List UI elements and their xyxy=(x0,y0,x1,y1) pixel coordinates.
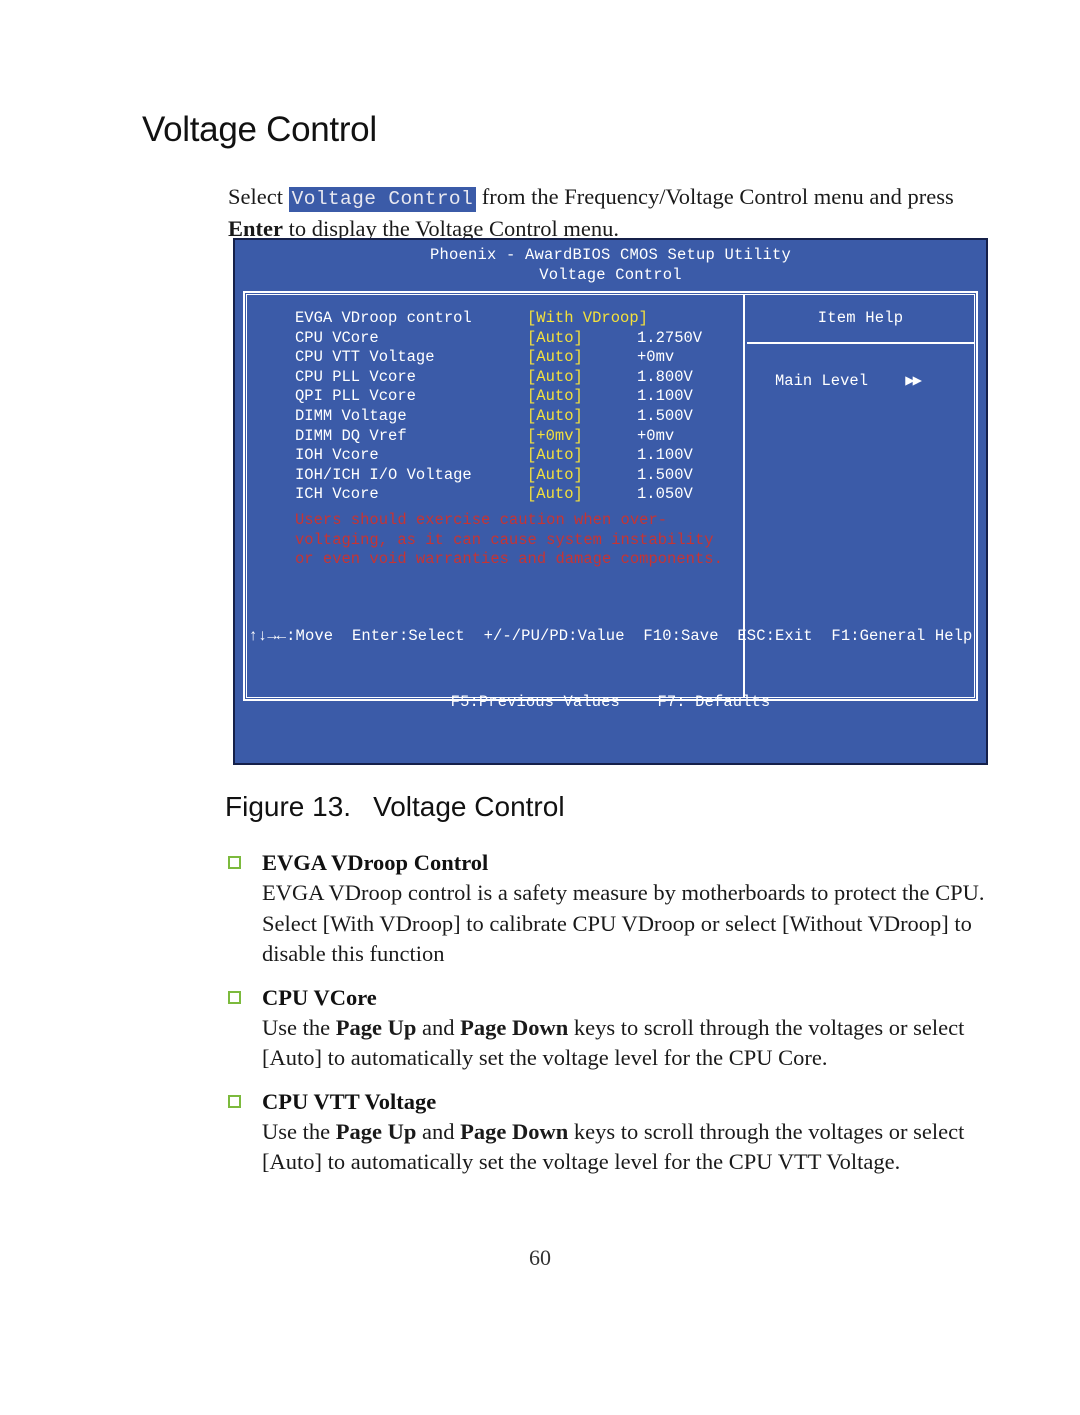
setting-value[interactable]: [Auto] xyxy=(527,348,637,368)
section-cpu-vcore: CPU VCore Use the Page Up and Page Down … xyxy=(228,983,990,1074)
settings-row[interactable]: ICH Vcore [Auto] 1.050V xyxy=(295,485,735,505)
item-help-level-label: Main Level xyxy=(775,372,869,390)
square-bullet-icon xyxy=(228,856,241,869)
section-body: Use the Page Up and Page Down keys to sc… xyxy=(228,1117,990,1178)
section-heading: CPU VTT Voltage xyxy=(228,1087,990,1117)
section-heading-text: CPU VTT Voltage xyxy=(262,1088,437,1114)
figure-caption: Figure 13. Voltage Control xyxy=(225,791,565,823)
bios-key-legend-line2: F5:Previous Values F7: Defaults xyxy=(450,693,771,711)
setting-value[interactable]: [Auto] xyxy=(527,407,637,427)
section-heading: EVGA VDroop Control xyxy=(228,848,990,878)
setting-label: CPU PLL Vcore xyxy=(295,367,416,386)
bios-warning-text: Users should exercise caution when over-… xyxy=(295,511,723,569)
setting-reading xyxy=(637,309,735,329)
settings-row[interactable]: CPU VTT Voltage [Auto] +0mv xyxy=(295,348,735,368)
settings-row[interactable]: DIMM Voltage [Auto] 1.500V xyxy=(295,407,735,427)
square-bullet-icon xyxy=(228,1094,241,1108)
setting-value[interactable]: [Auto] xyxy=(527,387,637,407)
setting-label: EVGA VDroop control xyxy=(295,309,472,327)
page-number: 60 xyxy=(529,1245,551,1270)
setting-reading: +0mv xyxy=(637,426,675,445)
settings-row[interactable]: DIMM DQ Vref [+0mv] +0mv xyxy=(295,427,735,447)
settings-row[interactable]: QPI PLL Vcore [Auto] 1.100V xyxy=(295,387,735,407)
setting-value[interactable]: [Auto] xyxy=(527,446,637,466)
bios-key-legend-line1: ↑↓→←:Move Enter:Select +/-/PU/PD:Value F… xyxy=(248,627,973,645)
setting-label: DIMM Voltage xyxy=(295,406,407,425)
page-title: Voltage Control xyxy=(142,110,377,149)
body-sections: EVGA VDroop Control EVGA VDroop control … xyxy=(228,848,990,1191)
bios-settings-list: EVGA VDroop control [With VDroop] CPU VC… xyxy=(295,309,735,505)
item-help-body: Main Level ▶▶ xyxy=(747,344,974,392)
bios-menu-title: Voltage Control xyxy=(539,265,682,284)
setting-value[interactable]: [Auto] xyxy=(527,329,637,349)
settings-row[interactable]: CPU PLL Vcore [Auto] 1.800V xyxy=(295,368,735,388)
bios-screenshot: Phoenix - AwardBIOS CMOS Setup Utility V… xyxy=(233,238,988,765)
section-cpu-vtt-voltage: CPU VTT Voltage Use the Page Up and Page… xyxy=(228,1087,990,1178)
settings-row[interactable]: EVGA VDroop control [With VDroop] xyxy=(295,309,735,329)
setting-label: IOH Vcore xyxy=(295,446,379,465)
setting-reading: 1.800V xyxy=(637,367,693,386)
bios-key-legend: ↑↓→←:Move Enter:Select +/-/PU/PD:Value F… xyxy=(235,581,986,757)
intro-text-before: Select xyxy=(228,184,289,209)
setting-reading: 1.500V xyxy=(637,406,693,425)
settings-row[interactable]: IOH Vcore [Auto] 1.100V xyxy=(295,446,735,466)
section-heading-text: CPU VCore xyxy=(262,984,377,1010)
setting-value[interactable]: [With VDroop] xyxy=(527,309,648,329)
body-text: Use the xyxy=(262,1014,336,1040)
section-body: EVGA VDroop control is a safety measure … xyxy=(262,880,985,966)
settings-row[interactable]: CPU VCore [Auto] 1.2750V xyxy=(295,329,735,349)
setting-reading: 1.2750V xyxy=(637,328,703,347)
page-up-key-label: Page Up xyxy=(335,1118,417,1144)
voltage-control-menu-highlight: Voltage Control xyxy=(288,187,477,212)
setting-value[interactable]: [Auto] xyxy=(527,368,637,388)
square-bullet-icon xyxy=(228,990,241,1004)
figure-title: Voltage Control xyxy=(373,791,565,822)
setting-reading: 1.050V xyxy=(637,485,693,504)
intro-paragraph: Select Voltage Control from the Frequenc… xyxy=(228,182,988,243)
setting-label: DIMM DQ Vref xyxy=(295,426,407,445)
setting-value[interactable]: [+0mv] xyxy=(527,427,637,447)
setting-label: CPU VTT Voltage xyxy=(295,348,435,367)
bios-utility-title: Phoenix - AwardBIOS CMOS Setup Utility xyxy=(429,246,792,264)
item-help-title: Item Help xyxy=(747,295,974,344)
figure-label: Figure 13. xyxy=(225,791,352,822)
page-down-key-label: Page Down xyxy=(460,1014,569,1040)
setting-reading: 1.500V xyxy=(637,465,693,484)
setting-reading: +0mv xyxy=(637,348,675,367)
section-evga-vdroop-control: EVGA VDroop Control EVGA VDroop control … xyxy=(228,848,990,970)
setting-value[interactable]: [Auto] xyxy=(527,466,637,486)
setting-reading: 1.100V xyxy=(637,387,693,406)
page-up-key-label: Page Up xyxy=(335,1014,417,1040)
setting-label: ICH Vcore xyxy=(295,485,379,504)
setting-label: QPI PLL Vcore xyxy=(295,387,416,406)
intro-text-middle: from the Frequency/Voltage Control menu … xyxy=(476,184,954,209)
double-right-arrow-icon: ▶▶ xyxy=(905,372,922,390)
body-text: and xyxy=(416,1118,461,1144)
page-down-key-label: Page Down xyxy=(460,1118,569,1144)
setting-label: CPU VCore xyxy=(295,328,379,347)
section-heading: CPU VCore xyxy=(228,983,990,1013)
section-heading-text: EVGA VDroop Control xyxy=(262,850,489,875)
setting-label: IOH/ICH I/O Voltage xyxy=(295,465,472,484)
body-text: Use the xyxy=(262,1118,336,1144)
setting-value[interactable]: [Auto] xyxy=(527,485,637,505)
setting-reading: 1.100V xyxy=(637,446,693,465)
body-text: and xyxy=(416,1014,461,1040)
settings-row[interactable]: IOH/ICH I/O Voltage [Auto] 1.500V xyxy=(295,466,735,486)
section-body: Use the Page Up and Page Down keys to sc… xyxy=(228,1013,990,1074)
